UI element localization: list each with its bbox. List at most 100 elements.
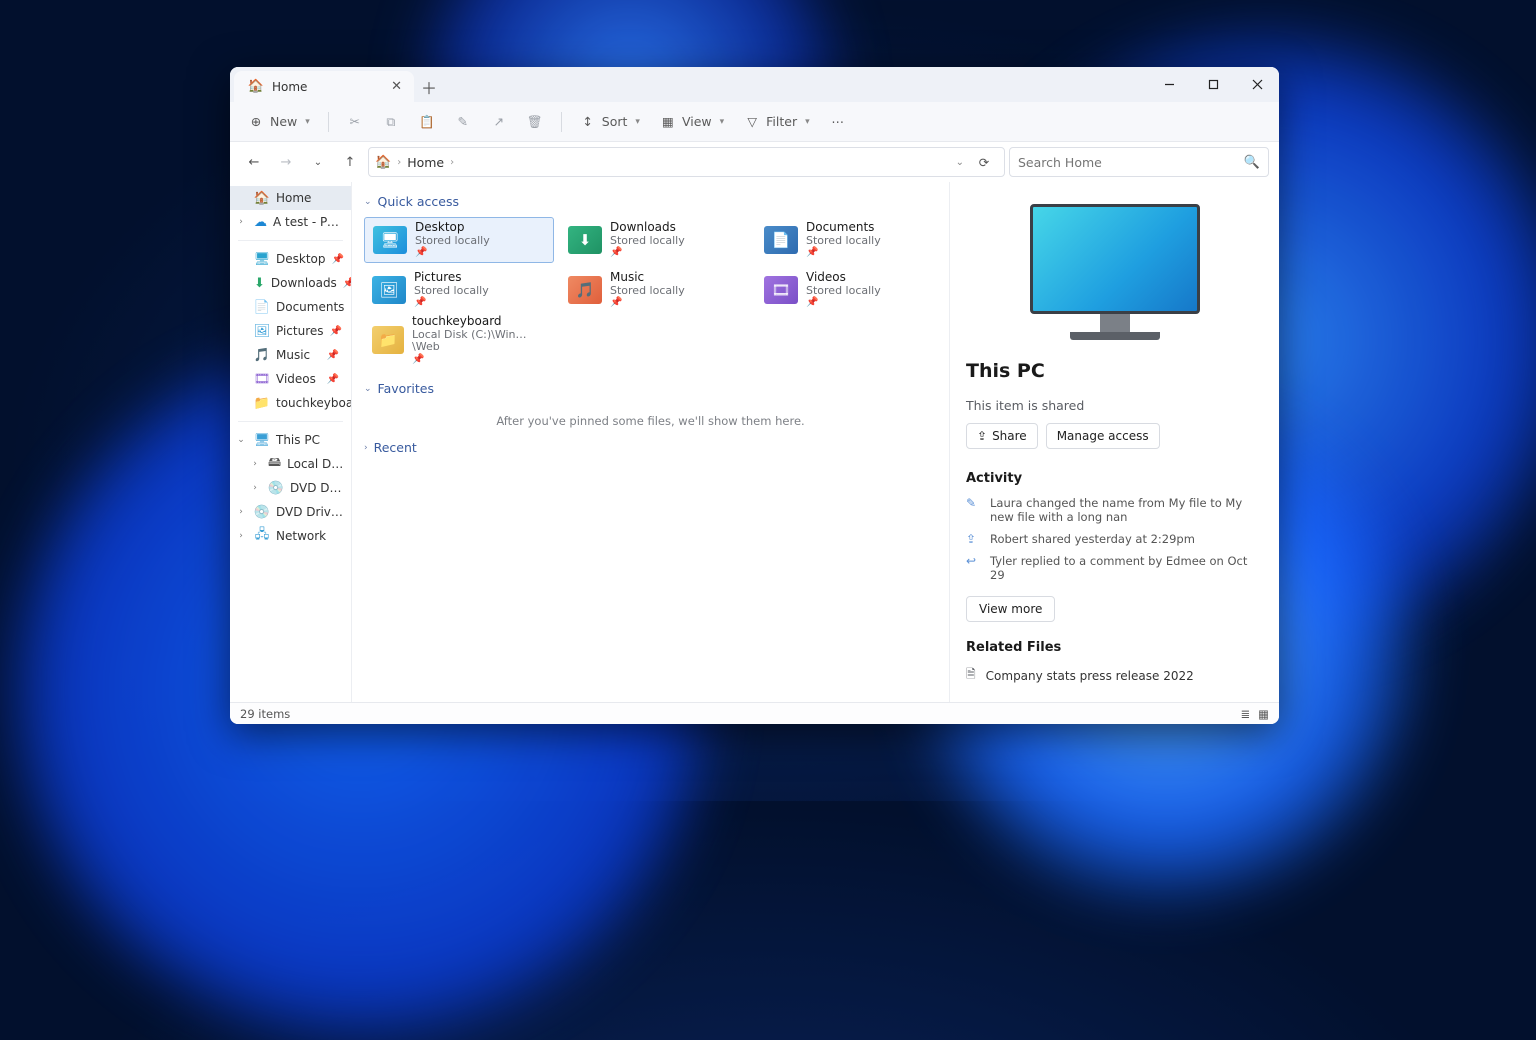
pin-icon: 📌 — [327, 350, 345, 361]
sidebar-item-videos[interactable]: 🎞 Videos 📌 — [230, 367, 351, 391]
recent-locations-button[interactable]: ⌄ — [304, 148, 332, 176]
item-sub: Stored locally — [806, 235, 881, 248]
sidebar-item-network[interactable]: › 🖧 Network — [230, 524, 351, 548]
item-sub: Local Disk (C:)\Win…\Web — [412, 329, 546, 354]
tab-close-button[interactable]: ✕ — [391, 79, 402, 94]
section-recent[interactable]: › Recent — [364, 440, 937, 455]
titlebar: 🏠 Home ✕ ＋ — [230, 67, 1279, 102]
reply-activity-icon: ↩ — [966, 554, 980, 568]
new-tab-button[interactable]: ＋ — [414, 71, 444, 102]
delete-button[interactable]: 🗑 — [519, 108, 551, 136]
sidebar-item-thispc[interactable]: ⌄ 🖥 This PC — [230, 428, 351, 452]
new-label: New — [270, 114, 297, 129]
related-files-heading: Related Files — [966, 640, 1263, 655]
copy-icon: ⧉ — [383, 114, 399, 130]
chevron-down-icon: ▾ — [720, 117, 725, 127]
folder-icon: 📁 — [254, 395, 270, 411]
sort-button[interactable]: ↕ Sort ▾ — [572, 108, 648, 136]
quick-access-videos[interactable]: 🎞 Videos Stored locally 📌 — [756, 267, 946, 313]
details-pane: This PC This item is shared ⇪ Share Mana… — [949, 182, 1279, 702]
desktop-icon: 🖥 — [373, 226, 407, 254]
minimize-button[interactable] — [1147, 67, 1191, 102]
item-sub: Stored locally — [806, 285, 881, 298]
filter-button[interactable]: ▽ Filter ▾ — [736, 108, 818, 136]
quick-access-desktop[interactable]: 🖥 Desktop Stored locally 📌 — [364, 217, 554, 263]
chevron-down-icon[interactable]: ⌄ — [236, 435, 246, 445]
item-sub: Stored locally — [415, 235, 490, 248]
search-box[interactable]: 🔍 — [1009, 147, 1269, 177]
copy-button[interactable]: ⧉ — [375, 108, 407, 136]
chevron-right-icon[interactable]: › — [236, 507, 246, 517]
activity-text: Laura changed the name from My file to M… — [990, 496, 1263, 524]
sidebar-item-home[interactable]: 🏠 Home — [230, 186, 351, 210]
chevron-right-icon[interactable]: › — [250, 459, 260, 469]
details-view-button[interactable]: ≣ — [1240, 707, 1250, 721]
activity-item: ⇪ Robert shared yesterday at 2:29pm — [966, 532, 1263, 546]
share-button[interactable]: ⇪ Share — [966, 423, 1038, 449]
sidebar-item-dvd1[interactable]: › 💿 DVD Drive (D:) CC — [230, 476, 351, 500]
chevron-down-icon: ▾ — [305, 117, 310, 127]
sidebar-item-desktop[interactable]: 🖥 Desktop 📌 — [230, 247, 351, 271]
folder-icon: 📁 — [372, 326, 404, 354]
window-controls — [1147, 67, 1279, 102]
sidebar-item-downloads[interactable]: ⬇ Downloads 📌 — [230, 271, 351, 295]
section-quick-access[interactable]: ⌄ Quick access — [364, 194, 937, 209]
button-label: Share — [992, 429, 1027, 443]
quick-access-downloads[interactable]: ⬇ Downloads Stored locally 📌 — [560, 217, 750, 263]
cut-button[interactable]: ✂ — [339, 108, 371, 136]
cut-icon: ✂ — [347, 114, 363, 130]
file-icon: 🗎 — [966, 665, 976, 686]
section-label: Recent — [374, 440, 417, 455]
close-button[interactable] — [1235, 67, 1279, 102]
refresh-button[interactable]: ⟳ — [970, 155, 998, 170]
download-icon: ⬇ — [254, 275, 265, 291]
chevron-right-icon[interactable]: › — [236, 531, 246, 541]
item-sub: Stored locally — [414, 285, 489, 298]
rename-button[interactable]: ✎ — [447, 108, 479, 136]
quick-access-touchkeyboard[interactable]: 📁 touchkeyboard Local Disk (C:)\Win…\Web… — [364, 317, 554, 363]
sidebar-label: DVD Drive (D:) CC — [290, 481, 345, 495]
more-button[interactable]: ⋯ — [822, 108, 854, 136]
share-button[interactable]: ↗ — [483, 108, 515, 136]
thispc-thumbnail — [966, 204, 1263, 340]
maximize-button[interactable] — [1191, 67, 1235, 102]
pin-icon: 📌 — [414, 297, 489, 309]
sidebar-item-documents[interactable]: 📄 Documents 📌 — [230, 295, 351, 319]
up-button[interactable]: ↑ — [336, 148, 364, 176]
picture-icon: 🖼 — [254, 323, 270, 339]
sidebar-item-touchkeyboard[interactable]: 📁 touchkeyboard — [230, 391, 351, 415]
sidebar-item-pictures[interactable]: 🖼 Pictures 📌 — [230, 319, 351, 343]
chevron-down-icon: ⌄ — [364, 197, 372, 207]
activity-item: ✎ Laura changed the name from My file to… — [966, 496, 1263, 524]
quick-access-pictures[interactable]: 🖼 Pictures Stored locally 📌 — [364, 267, 554, 313]
quick-access-music[interactable]: 🎵 Music Stored locally 📌 — [560, 267, 750, 313]
new-button[interactable]: ⊕ New ▾ — [240, 108, 318, 136]
activity-heading: Activity — [966, 471, 1263, 486]
manage-access-button[interactable]: Manage access — [1046, 423, 1160, 449]
section-favorites[interactable]: ⌄ Favorites — [364, 381, 937, 396]
sidebar-item-dvd2[interactable]: › 💿 DVD Drive (D:) CCC — [230, 500, 351, 524]
tab-home[interactable]: 🏠 Home ✕ — [234, 71, 414, 102]
sidebar-item-localdisk[interactable]: › 🖴 Local Disk (C:) — [230, 452, 351, 476]
chevron-right-icon[interactable]: › — [250, 483, 260, 493]
sidebar-item-atest[interactable]: › ☁ A test - Personal — [230, 210, 351, 234]
quick-access-documents[interactable]: 📄 Documents Stored locally 📌 — [756, 217, 946, 263]
back-button[interactable]: ← — [240, 148, 268, 176]
search-input[interactable] — [1018, 155, 1244, 170]
sidebar-label: touchkeyboard — [276, 396, 352, 410]
breadcrumb-home[interactable]: Home — [407, 155, 444, 170]
sidebar-label: Local Disk (C:) — [287, 457, 345, 471]
pin-icon: 📌 — [415, 247, 490, 259]
paste-button[interactable]: 📋 — [411, 108, 443, 136]
toolbar: ⊕ New ▾ ✂ ⧉ 📋 ✎ ↗ 🗑 ↕ Sort ▾ ▦ View ▾ ▽ … — [230, 102, 1279, 142]
file-explorer-window: 🏠 Home ✕ ＋ ⊕ New ▾ ✂ ⧉ 📋 ✎ ↗ 🗑 ↕ Sort ▾ — [230, 67, 1279, 724]
related-file-item[interactable]: 🗎 Company stats press release 2022 — [966, 665, 1263, 686]
chevron-right-icon[interactable]: › — [236, 217, 246, 227]
address-bar[interactable]: 🏠 › Home › ⌄ ⟳ — [368, 147, 1005, 177]
sidebar-item-music[interactable]: 🎵 Music 📌 — [230, 343, 351, 367]
view-button[interactable]: ▦ View ▾ — [652, 108, 732, 136]
view-more-button[interactable]: View more — [966, 596, 1055, 622]
address-dropdown-button[interactable]: ⌄ — [956, 157, 964, 168]
tiles-view-button[interactable]: ▦ — [1258, 707, 1269, 721]
forward-button[interactable]: → — [272, 148, 300, 176]
